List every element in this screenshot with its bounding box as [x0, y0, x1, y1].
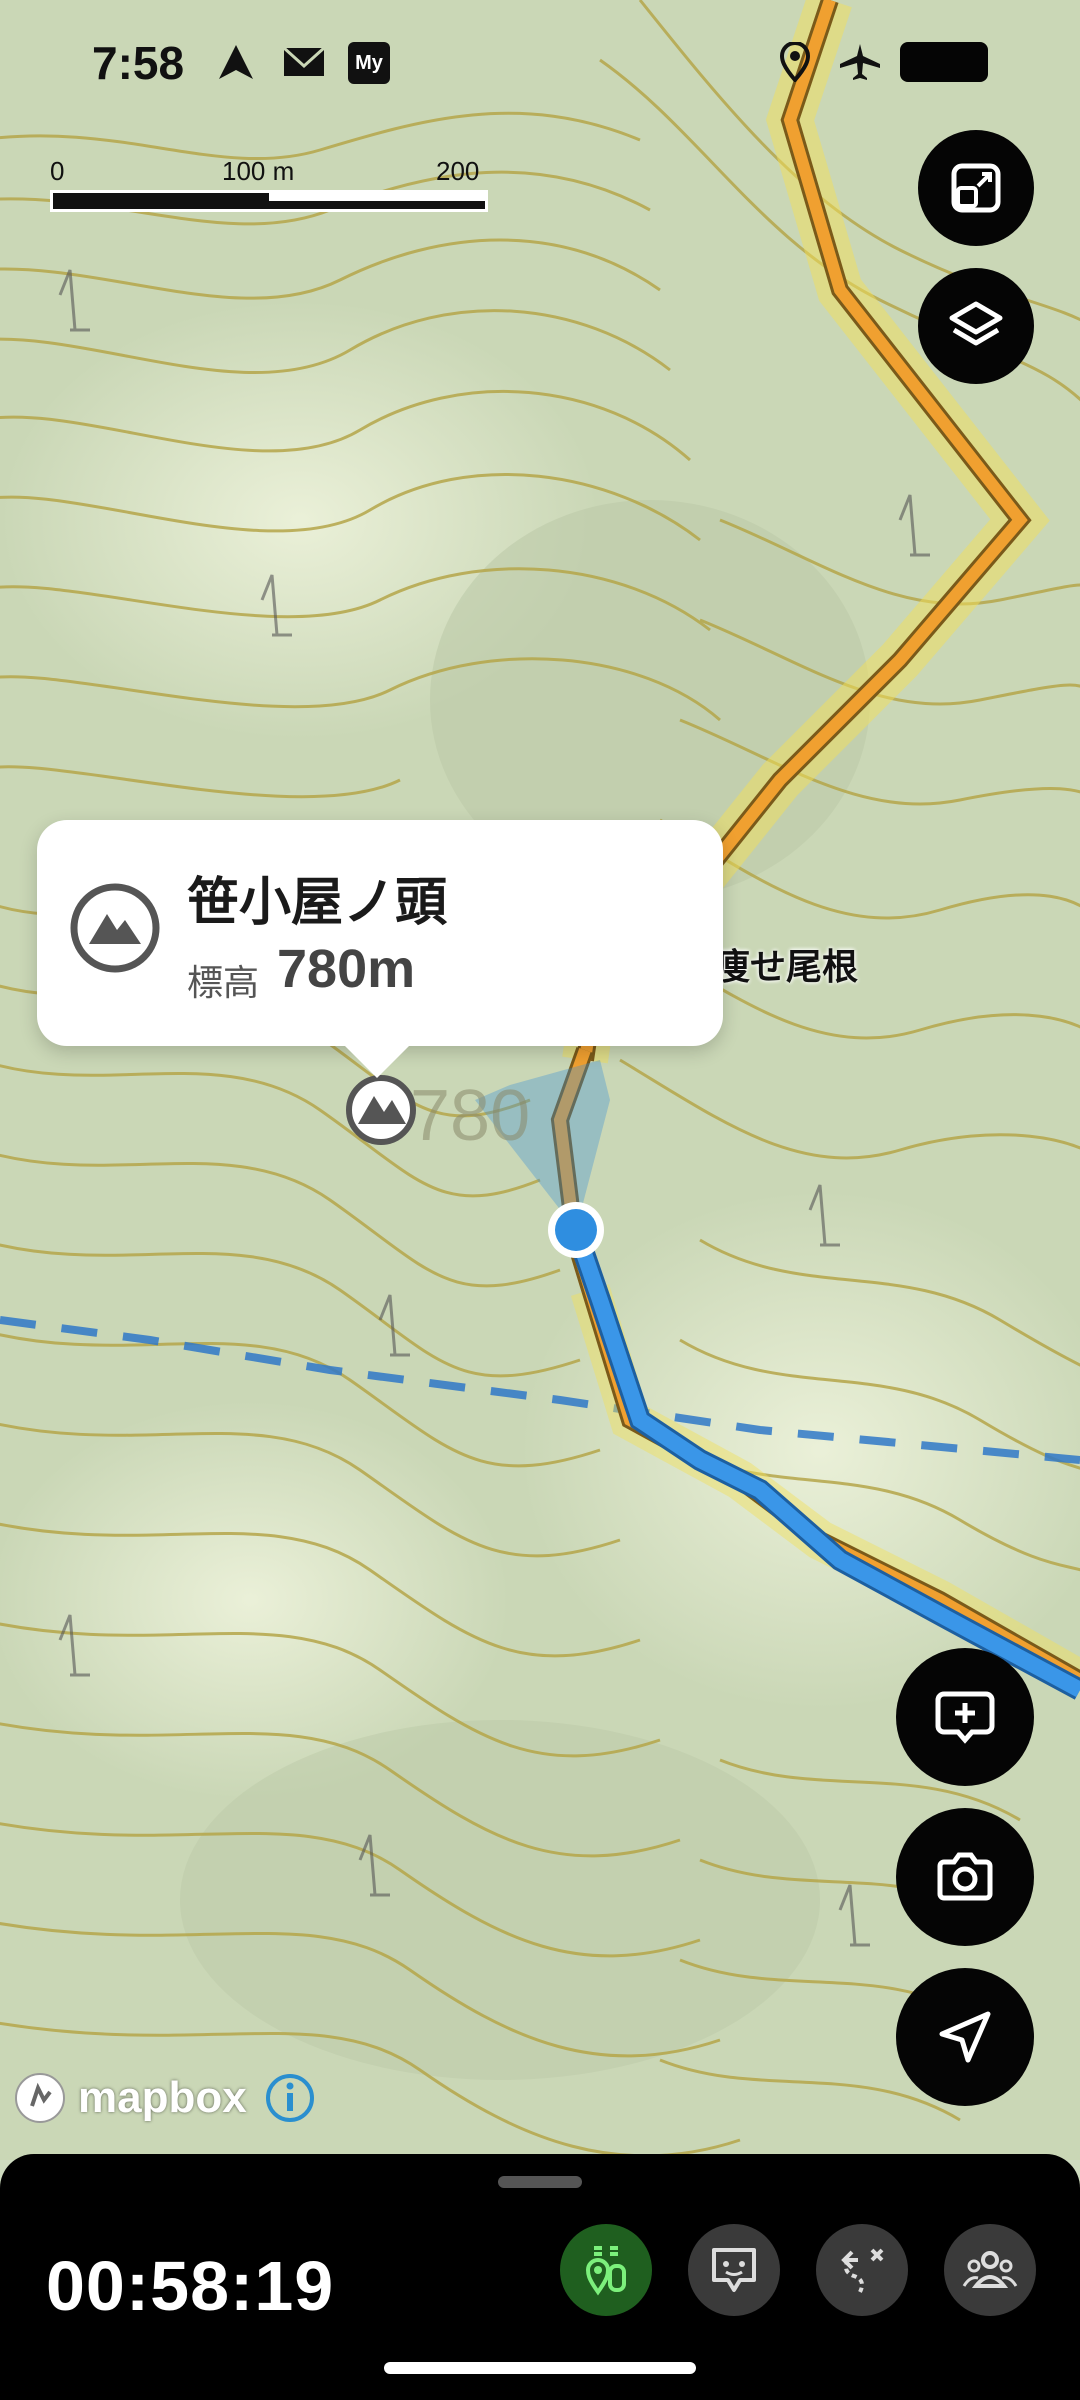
route-icon [841, 2248, 884, 2293]
location-pin-icon [779, 42, 811, 82]
popup-title: 笹小屋ノ頭 [187, 874, 448, 932]
tab-activity[interactable] [560, 2224, 652, 2316]
status-bar: 7:58 My [0, 0, 1080, 130]
info-icon[interactable] [263, 2071, 317, 2125]
navigate-arrow-icon [939, 2011, 991, 2063]
mountain-icon [70, 883, 160, 973]
camera-icon [937, 1852, 993, 1901]
navigate-button[interactable] [896, 1968, 1034, 2106]
group-icon [962, 2251, 1018, 2288]
popup-elevation-label: 標高 [187, 962, 260, 1003]
scale-bar: 0 100 m 200 m [50, 156, 490, 217]
ridge-label: 痩せ尾根 [714, 946, 859, 987]
mapbox-logo-icon [15, 2073, 65, 2123]
my-app-icon: My [348, 42, 390, 84]
battery-icon [900, 42, 988, 82]
tab-route[interactable] [816, 2224, 908, 2316]
tab-group[interactable] [944, 2224, 1036, 2316]
navigation-arrow-icon [219, 45, 253, 79]
bottom-panel: 00:58:19 [0, 2154, 1080, 2400]
layers-icon [949, 301, 1003, 346]
layers-button[interactable] [918, 268, 1034, 384]
camera-button[interactable] [896, 1808, 1034, 1946]
elapsed-timer: 00:58:19 [46, 2247, 335, 2325]
summit-elevation-text: 780 [410, 1076, 530, 1156]
message-icon [712, 2248, 756, 2292]
home-indicator[interactable] [384, 2362, 696, 2374]
status-time: 7:58 [92, 37, 185, 89]
popup-elevation-value: 780m [277, 939, 416, 999]
summit-marker[interactable] [346, 1075, 416, 1145]
add-note-icon [935, 1691, 995, 1744]
scale-line [50, 190, 488, 212]
fullscreen-icon [951, 163, 1001, 213]
tab-messages[interactable] [688, 2224, 780, 2316]
mapbox-attribution[interactable]: mapbox [12, 2068, 317, 2128]
airplane-mode-icon [840, 44, 880, 80]
activity-gps-icon [585, 2246, 626, 2296]
scale-label-0: 0 [50, 156, 65, 186]
mapbox-logo-text: mapbox [78, 2073, 247, 2122]
mail-icon [282, 46, 326, 76]
fullscreen-button[interactable] [918, 130, 1034, 246]
scale-label-100: 100 m [222, 156, 295, 186]
drag-handle[interactable] [498, 2176, 582, 2188]
add-note-button[interactable] [896, 1648, 1034, 1786]
summit-info-popup[interactable]: 笹小屋ノ頭 標高 780m [37, 820, 723, 1078]
